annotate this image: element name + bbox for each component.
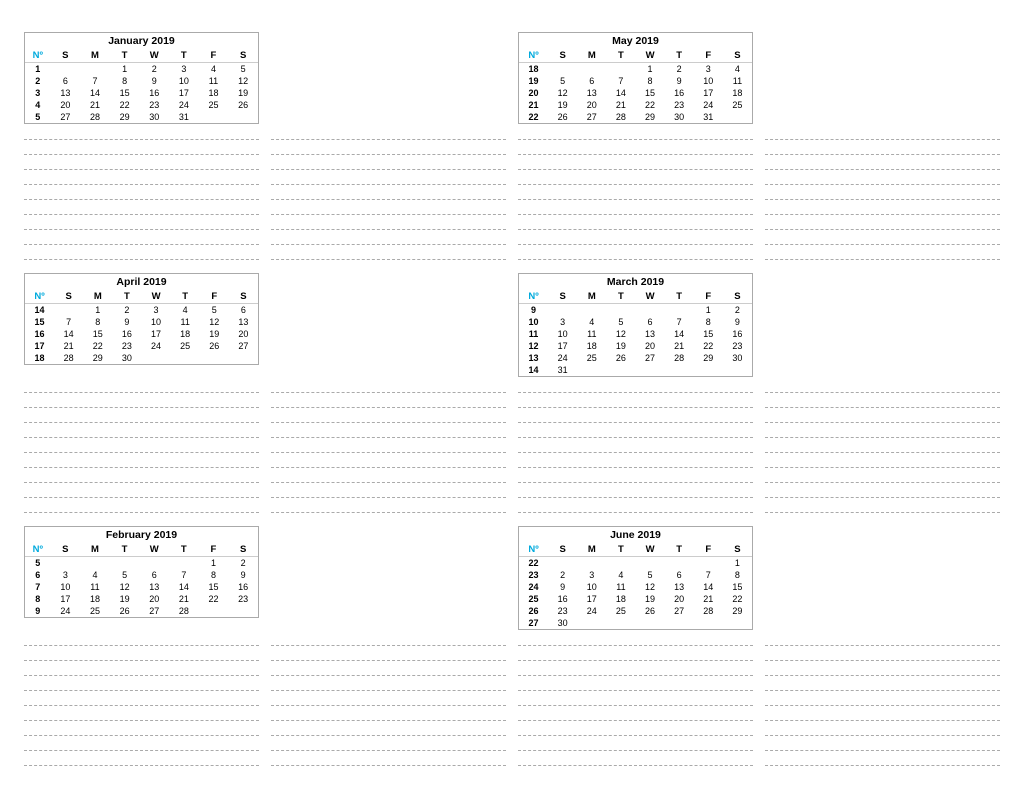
footer-link — [0, 776, 1024, 782]
section-march: February 2019NºSMTWTFS512634567897101112… — [18, 522, 265, 775]
section-notes-1 — [265, 28, 512, 269]
section-february: April 2019NºSMTWTFS141234561578910111213… — [18, 269, 265, 522]
section-notes-4 — [759, 28, 1006, 269]
section-notes-5 — [759, 269, 1006, 522]
calendar-grid: January 2019NºSMTWTFS1123452678910111231… — [0, 28, 1024, 748]
section-may: March 2019NºSMTWTFS912103456789111011121… — [512, 269, 759, 522]
page-title — [0, 0, 1024, 28]
section-april: May 2019NºSMTWTFS18123419567891011201213… — [512, 28, 759, 269]
section-june: June 2019NºSMTWTFS2212323456782491011121… — [512, 522, 759, 775]
section-notes-2 — [265, 269, 512, 522]
section-january: January 2019NºSMTWTFS1123452678910111231… — [18, 28, 265, 269]
section-notes-3 — [265, 522, 512, 775]
section-notes-6 — [759, 522, 1006, 775]
